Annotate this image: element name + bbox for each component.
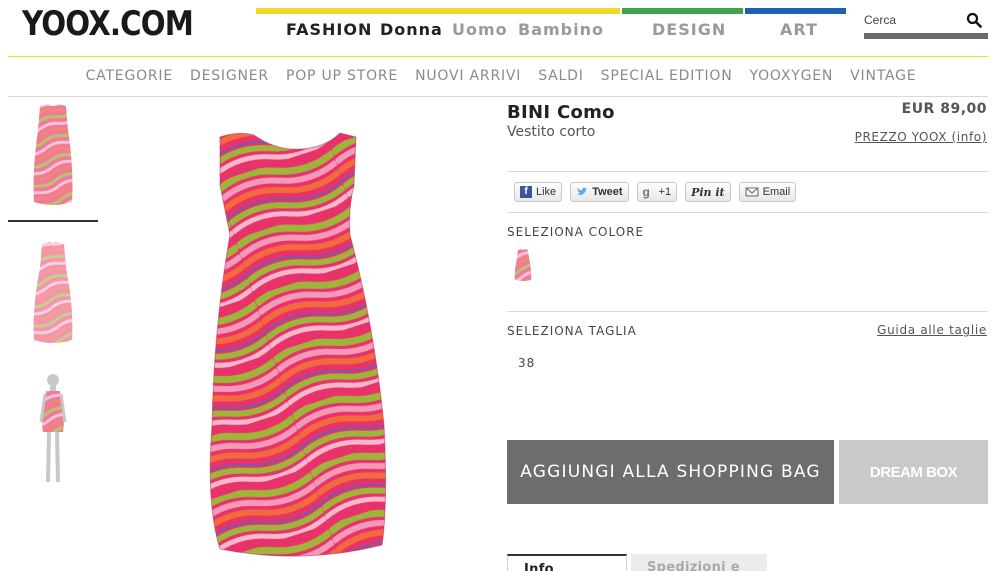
thumbnail-model[interactable] [8,372,98,490]
divider [507,212,988,213]
product-category: Vestito corto [507,124,596,140]
product-brand[interactable]: BINI Como [507,102,615,123]
design-bar [622,8,743,14]
subnav-saldi[interactable]: SALDI [538,68,583,84]
tweet-button[interactable]: Tweet [570,182,629,202]
subnav-special-edition[interactable]: SPECIAL EDITION [601,68,733,84]
google-plusone-button[interactable]: g +1 [636,182,678,202]
category-nav: CATEGORIE DESIGNER POP UP STORE NUOVI AR… [8,57,988,97]
site-logo[interactable]: YOOX.COM [22,4,194,44]
facebook-like-button[interactable]: f Like [514,182,563,202]
subnav-yooxygen[interactable]: YOOXYGEN [750,68,834,84]
nav-uomo[interactable]: Uomo [452,20,508,39]
subnav-vintage[interactable]: VINTAGE [850,68,916,84]
art-bar [745,8,846,14]
dream-box-button[interactable]: DREAM BOX [839,440,988,504]
product-tabs: Info prodotto Spedizioni e resi [507,554,767,571]
google-plus-icon: g [642,185,650,199]
subnav-nuovi-arrivi[interactable]: NUOVI ARRIVI [415,68,521,84]
pinterest-button[interactable]: Pin it [685,182,731,202]
subnav-pop-up-store[interactable]: POP UP STORE [286,68,398,84]
price-info-link[interactable]: PREZZO YOOX (info) [855,130,987,144]
tab-spedizioni-resi[interactable]: Spedizioni e resi [631,554,767,571]
size-option[interactable]: 38 [518,356,535,370]
size-section-label: SELEZIONA TAGLIA [507,324,637,338]
color-section-label: SELEZIONA COLORE [507,225,645,239]
subnav-categorie[interactable]: CATEGORIE [86,68,173,84]
divider [507,171,988,172]
nav-art[interactable]: ART [780,20,818,39]
divider [507,311,988,312]
email-share-button[interactable]: Email [738,182,797,202]
nav-design[interactable]: DESIGN [652,20,726,39]
add-to-bag-button[interactable]: AGGIUNGI ALLA SHOPPING BAG [507,440,834,504]
tab-info-prodotto[interactable]: Info prodotto [507,554,627,571]
search-box [864,8,988,39]
nav-bambino[interactable]: Bambino [518,20,604,39]
twitter-bird-icon [577,187,588,195]
fashion-bar [256,8,620,14]
product-main-image[interactable] [198,125,408,571]
thumbnail-front[interactable] [8,100,98,222]
thumbnail-back[interactable] [8,240,98,350]
search-input[interactable] [864,8,964,32]
nav-fashion[interactable]: FASHION [286,20,372,39]
search-icon[interactable] [966,12,982,28]
subnav-designer[interactable]: DESIGNER [190,68,269,84]
nav-donna[interactable]: Donna [380,20,443,39]
envelope-icon [745,187,759,197]
product-price: EUR 89,00 [901,101,987,117]
facebook-icon: f [520,186,532,198]
social-share-bar: f Like Tweet g +1 Pin it Email [514,182,797,202]
color-swatch-multicolor[interactable] [512,248,534,282]
size-guide-link[interactable]: Guida alle taglie [877,323,987,337]
